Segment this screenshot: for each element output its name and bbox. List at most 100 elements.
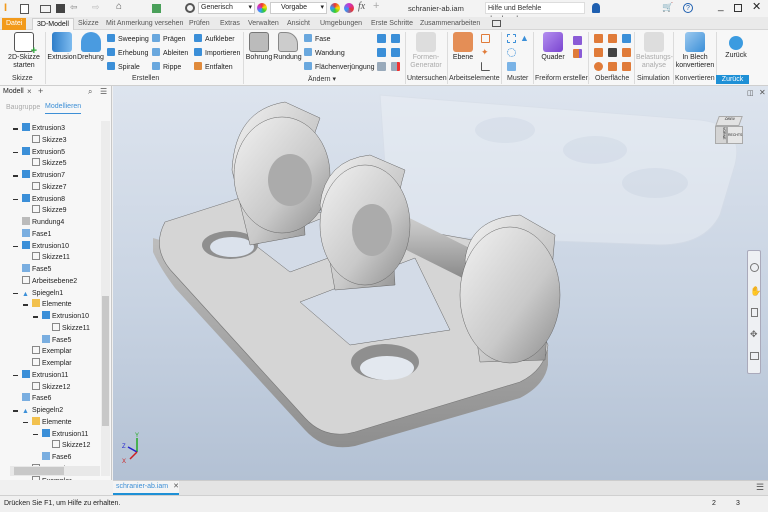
tree-item[interactable]: Fase5 <box>22 264 51 275</box>
tree-item[interactable]: Extrusion7 <box>22 170 65 181</box>
tree-item[interactable]: ▲ Spiegeln1 <box>22 288 63 299</box>
split-icon[interactable] <box>377 34 386 43</box>
tree-item[interactable]: Extrusion11 <box>42 428 88 440</box>
tree-item[interactable]: Elemente <box>32 299 72 310</box>
start-2d-sketch-button[interactable]: + 2D-Skizze starten <box>4 32 44 70</box>
replace-face-icon[interactable] <box>391 48 400 57</box>
cart-icon[interactable]: 🛒 <box>662 2 673 13</box>
chamfer-button[interactable]: Fase <box>304 34 331 44</box>
revolve-button[interactable]: Drehung <box>77 32 104 62</box>
tab-umgebungen[interactable]: Umgebungen <box>316 18 366 30</box>
save-icon[interactable] <box>56 4 65 13</box>
point-icon[interactable]: ✦ <box>481 48 490 57</box>
open-icon[interactable] <box>40 5 51 13</box>
appearance-icon[interactable] <box>330 3 340 13</box>
tree-item[interactable]: Skizze12 <box>32 381 70 393</box>
convert-sheet-metal-button[interactable]: In Blech konvertieren <box>674 32 716 70</box>
tree-item[interactable]: Fase5 <box>42 334 71 346</box>
tree-item[interactable]: Extrusion5 <box>22 146 65 158</box>
convert-freeform-icon[interactable] <box>573 49 582 58</box>
tree-item[interactable]: Skizze11 <box>32 252 70 263</box>
subtab-modeling[interactable]: Modellieren <box>45 103 82 114</box>
freeform-face-icon[interactable] <box>573 36 582 45</box>
help-icon[interactable]: ? <box>683 3 693 13</box>
collapse-toggle[interactable] <box>13 175 18 177</box>
sketch-pattern-icon[interactable] <box>507 62 516 71</box>
update-icon[interactable] <box>152 4 161 13</box>
sculpt-icon[interactable] <box>594 62 603 71</box>
box-freeform-button[interactable]: Quader <box>538 32 568 62</box>
subtab-assembly[interactable]: Baugruppe <box>6 104 40 111</box>
tree-item[interactable]: Exemplar <box>32 346 72 357</box>
decal-button[interactable]: Aufkleber <box>194 34 235 44</box>
ucs-icon[interactable] <box>481 62 490 71</box>
collapse-toggle[interactable] <box>13 292 18 294</box>
collapse-toggle[interactable] <box>13 374 18 377</box>
new-file-icon[interactable] <box>20 4 29 14</box>
collapse-toggle[interactable] <box>13 151 18 153</box>
maximize-button[interactable] <box>734 4 742 12</box>
browser-tab-model[interactable]: Modell <box>3 88 24 95</box>
user-icon[interactable] <box>592 3 600 13</box>
panel-toggle-icon[interactable] <box>492 20 501 27</box>
split-view-icon[interactable]: ◫ <box>747 89 754 97</box>
draft-button[interactable]: Flächenverjüngung <box>304 62 375 72</box>
thicken-offset-icon[interactable] <box>594 34 603 43</box>
delete-face-icon[interactable] <box>391 62 400 71</box>
plane-button[interactable]: Ebene <box>450 32 476 62</box>
tab-zusammenarbeiten[interactable]: Zusammenarbeiten <box>416 18 484 30</box>
tree-item[interactable]: Arbeitsebene2 <box>22 275 77 287</box>
tab-ansicht[interactable]: Ansicht <box>283 18 314 30</box>
panel-label-aendern[interactable]: Ändern ▾ <box>308 75 336 83</box>
mirror-icon[interactable]: ▲ <box>520 34 529 43</box>
appearance-style-select[interactable]: Generisch ▾ <box>198 2 255 14</box>
settings-icon[interactable] <box>185 3 195 13</box>
tab-datei[interactable]: Datei <box>2 18 27 30</box>
tree-item[interactable]: Skizze7 <box>32 181 67 193</box>
patch-icon[interactable] <box>608 34 617 43</box>
tree-item[interactable]: Fase1 <box>22 228 51 240</box>
stress-analysis-button[interactable]: Belastungs-analyse <box>636 32 673 70</box>
zoom-icon[interactable] <box>751 308 758 317</box>
derive-button[interactable]: Ableiten <box>152 48 188 58</box>
model-view[interactable]: Y Z X <box>113 86 768 480</box>
ruled-surface-icon[interactable] <box>622 34 631 43</box>
menu-icon[interactable]: ☰ <box>100 87 107 96</box>
tab-anmerkung[interactable]: Mit Anmerkung versehen <box>102 18 187 30</box>
horizontal-scrollbar[interactable] <box>10 466 100 476</box>
unfold-button[interactable]: Entfalten <box>194 62 233 72</box>
tab-menu-icon[interactable]: ☰ <box>756 482 764 493</box>
tree-item[interactable]: Skizze11 <box>52 322 90 334</box>
collapse-toggle[interactable] <box>33 433 38 435</box>
parameters-icon[interactable]: fx <box>358 1 365 12</box>
tree-item[interactable]: Skizze3 <box>32 134 67 146</box>
steering-wheel-icon[interactable] <box>750 263 759 272</box>
coil-button[interactable]: Spirale <box>107 62 140 72</box>
tab-3d-modell[interactable]: 3D-Modell <box>32 18 74 30</box>
redo-icon[interactable]: ⇨ <box>92 2 100 13</box>
tree-item[interactable]: Exemplar <box>32 475 72 480</box>
import-button[interactable]: Importieren <box>194 48 240 58</box>
document-tab[interactable]: schranier-ab.iam ✕ <box>113 481 179 495</box>
combine-icon[interactable] <box>377 48 386 57</box>
tab-skizze[interactable]: Skizze <box>74 18 103 30</box>
tree-item[interactable]: Skizze5 <box>32 158 67 169</box>
tree-item[interactable]: Skizze9 <box>32 205 67 216</box>
material-select[interactable]: Vorgabe ▾ <box>270 2 327 14</box>
viewcube-front[interactable]: VORNE <box>715 126 727 144</box>
rib-button[interactable]: Rippe <box>152 62 181 72</box>
axis-icon[interactable] <box>481 34 490 43</box>
tree-item[interactable]: Exemplar <box>32 358 72 369</box>
clear-appearance-icon[interactable] <box>344 3 354 13</box>
collapse-toggle[interactable] <box>13 245 18 247</box>
stitch-icon[interactable] <box>594 48 603 57</box>
collapse-toggle[interactable] <box>13 410 18 412</box>
circular-pattern-icon[interactable] <box>507 48 516 57</box>
app-logo-icon[interactable]: I <box>4 2 7 14</box>
orbit-icon[interactable]: ✥ <box>750 329 758 340</box>
shell-button[interactable]: Wandung <box>304 48 345 58</box>
close-icon[interactable]: × <box>27 87 32 96</box>
repair-icon[interactable] <box>622 62 631 71</box>
tree-item[interactable]: Fase6 <box>42 452 71 463</box>
tab-extras[interactable]: Extras <box>216 18 244 30</box>
